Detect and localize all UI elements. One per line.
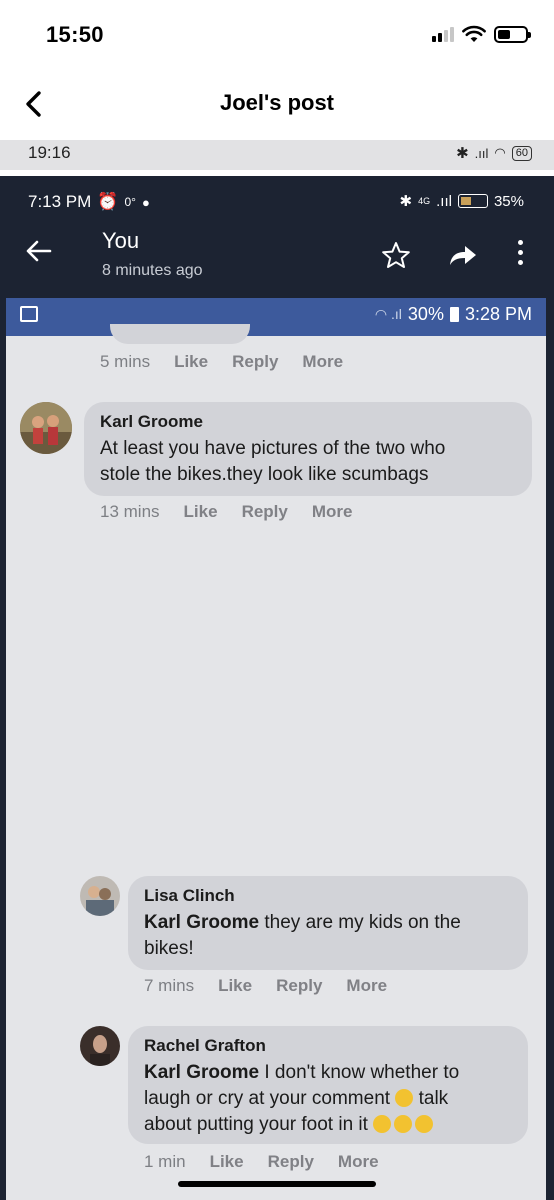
reply-button[interactable]: Reply bbox=[242, 502, 288, 522]
grinning-emoji-icon bbox=[395, 1089, 414, 1107]
comment-text-line: about putting your foot in it bbox=[144, 1112, 459, 1138]
commenter-name[interactable]: Karl Groome bbox=[100, 412, 203, 432]
bluetooth-icon: ✱ bbox=[456, 145, 469, 162]
more-options-icon[interactable] bbox=[516, 240, 524, 266]
previous-comment-bubble bbox=[110, 324, 250, 344]
comment-text-segment: talk bbox=[413, 1088, 449, 1109]
mention-link[interactable]: Karl Groome bbox=[144, 1062, 259, 1083]
comment-time: 13 mins bbox=[100, 502, 160, 521]
more-button[interactable]: More bbox=[312, 502, 353, 522]
inner-status-icons-3: ◠ .ıl 30% 3:28 PM bbox=[375, 304, 532, 325]
screen: 15:50 Joel's post 19:16 ✱ .ııl ◠ 60 7:13… bbox=[0, 0, 554, 1200]
comment-text-segment: laugh or cry at your comment bbox=[144, 1088, 396, 1109]
avatar[interactable] bbox=[80, 1026, 120, 1066]
bluetooth-icon: ✱ bbox=[399, 193, 413, 210]
comment-text-line: laugh or cry at your comment talk bbox=[144, 1086, 459, 1112]
notification-icon: ● bbox=[141, 194, 150, 210]
commenter-name[interactable]: Rachel Grafton bbox=[144, 1036, 266, 1056]
inner-status-bar-1: 19:16 ✱ .ııl ◠ 60 bbox=[0, 140, 554, 170]
page-title: Joel's post bbox=[219, 90, 335, 115]
comment-time: 1 min bbox=[144, 1152, 186, 1171]
network-label: 4G bbox=[418, 196, 431, 206]
comment-text: At least you have pictures of the two wh… bbox=[100, 436, 445, 488]
ios-status-bar: 15:50 bbox=[0, 0, 554, 68]
status-time: 15:50 bbox=[46, 22, 104, 47]
comment-actions: 1 min Like Reply More bbox=[144, 1152, 379, 1172]
comment-actions: 5 mins Like Reply More bbox=[100, 352, 343, 372]
laughing-tears-emoji-icon bbox=[373, 1115, 392, 1133]
commenter-name[interactable]: Lisa Clinch bbox=[144, 886, 235, 906]
comment-actions: 13 mins Like Reply More bbox=[100, 502, 352, 522]
wifi-icon bbox=[462, 25, 486, 42]
laughing-tears-emoji-icon bbox=[394, 1115, 413, 1133]
image-icon bbox=[20, 306, 38, 322]
reply-button[interactable]: Reply bbox=[268, 1152, 314, 1172]
alarm-icon: ⏰ bbox=[97, 192, 119, 211]
post-time: 8 minutes ago bbox=[102, 262, 203, 279]
battery-icon bbox=[449, 307, 459, 322]
reply-button[interactable]: Reply bbox=[232, 352, 278, 372]
comment-text-segment: about putting your foot in it bbox=[144, 1114, 374, 1135]
avatar[interactable] bbox=[80, 876, 120, 916]
inner-status-time-1: 19:16 bbox=[28, 143, 71, 162]
post-image[interactable]: 19:16 ✱ .ııl ◠ 60 7:13 PM ⏰ 0° ● ✱ 4G .ı… bbox=[0, 140, 554, 1200]
comment-text-line: At least you have pictures of the two wh… bbox=[100, 438, 446, 459]
signal-icon: .ııl bbox=[474, 145, 489, 161]
like-button[interactable]: Like bbox=[184, 502, 218, 522]
battery-icon: 60 bbox=[511, 145, 532, 161]
reply-button[interactable]: Reply bbox=[276, 976, 322, 996]
comment-text-segment: I don't know whether to bbox=[259, 1062, 460, 1083]
home-indicator[interactable] bbox=[178, 1181, 376, 1187]
like-button[interactable]: Like bbox=[174, 352, 208, 372]
battery-percent: 35% bbox=[493, 192, 524, 210]
avatar[interactable] bbox=[20, 402, 72, 454]
inner-status-icons-2: ✱ 4G .ııl 35% bbox=[399, 192, 524, 211]
comment-actions: 7 mins Like Reply More bbox=[144, 976, 387, 996]
comment-text: Karl Groome they are my kids on the bike… bbox=[144, 910, 461, 962]
comment-text-line: Karl Groome I don't know whether to bbox=[144, 1060, 459, 1086]
signal-icon bbox=[432, 26, 454, 42]
inner-status-icons-1: ✱ .ııl ◠ 60 bbox=[456, 144, 532, 162]
signal-icon: .ııl bbox=[436, 192, 452, 210]
like-button[interactable]: Like bbox=[210, 1152, 244, 1172]
star-icon[interactable] bbox=[381, 241, 411, 269]
comment-time: 7 mins bbox=[144, 976, 195, 995]
more-button[interactable]: More bbox=[338, 1152, 379, 1172]
post-author: You bbox=[102, 228, 140, 253]
signal-icon: ◠ .ıl bbox=[374, 306, 402, 322]
mention-link[interactable]: Karl Groome bbox=[144, 912, 259, 933]
wifi-icon: ◠ bbox=[494, 145, 506, 160]
comment-text-line: stole the bikes.they look like scumbags bbox=[100, 464, 429, 485]
more-button[interactable]: More bbox=[346, 976, 387, 996]
more-button[interactable]: More bbox=[302, 352, 343, 372]
comment-text: Karl Groome I don't know whether to laug… bbox=[144, 1060, 459, 1138]
comment-text-line: bikes! bbox=[144, 938, 194, 959]
battery-icon bbox=[494, 25, 531, 43]
inner-status-time-3: 3:28 PM bbox=[464, 304, 532, 324]
comment-time: 5 mins bbox=[100, 352, 151, 371]
battery-icon bbox=[457, 194, 488, 208]
battery-percent: 30% bbox=[407, 304, 444, 324]
laughing-tears-emoji-icon bbox=[415, 1115, 434, 1133]
like-button[interactable]: Like bbox=[218, 976, 252, 996]
status-icons bbox=[432, 22, 531, 46]
share-icon[interactable] bbox=[448, 244, 478, 266]
comment-text-segment: they are my kids on the bbox=[259, 912, 461, 933]
comment-text-line: Karl Groome they are my kids on the bbox=[144, 910, 461, 936]
back-arrow-icon[interactable] bbox=[26, 240, 52, 262]
temperature-text: 0° bbox=[124, 195, 136, 209]
inner-status-time-2: 7:13 PM bbox=[28, 192, 92, 211]
inner-status-bar-2: 7:13 PM ⏰ 0° ● bbox=[28, 192, 150, 212]
